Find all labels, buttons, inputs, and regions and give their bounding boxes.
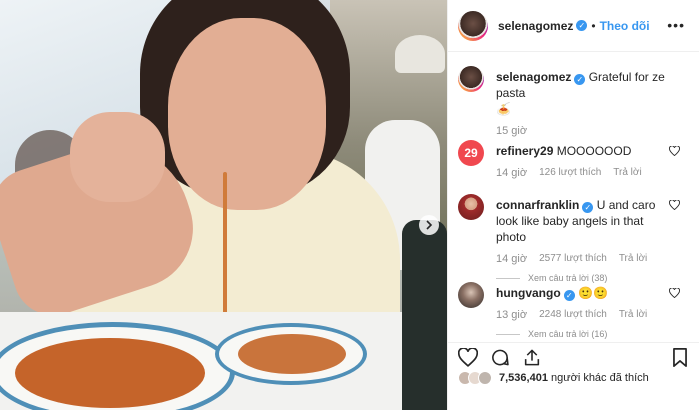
replies-divider [496,333,520,335]
reply-button[interactable]: Trả lời [619,309,647,321]
liker-avatars [458,371,496,385]
comment-item: 29 refinery29 MOOOOOOD 14 giờ 126 lượt t… [448,134,699,188]
bookmark-icon [673,348,687,367]
comment-item: hungvango ✓ 🙂🙂 13 giờ 2248 lượt thích Trả… [448,276,699,346]
comment-meta: 14 giờ 2577 lượt thích Trả lời [496,253,670,265]
bookmark-button[interactable] [672,348,688,367]
comment-body: 🙂🙂 [578,286,608,300]
photo-noodle [223,172,227,322]
comment-meta: 14 giờ 126 lượt thích Trả lời [496,167,670,179]
more-options-icon[interactable]: ••• [667,17,685,33]
action-icons [458,348,542,367]
caption-emoji: 🍝 [496,102,511,116]
verified-badge-icon: ✓ [582,202,594,213]
photo-pasta-small [238,334,346,374]
verified-badge-icon: ✓ [574,74,586,85]
next-photo-button[interactable] [419,215,439,235]
photo-bottle [402,220,447,410]
heart-icon[interactable] [669,200,680,210]
comment-text: connarfranklin ✓ U and caro look like bab… [496,188,670,245]
comment-time[interactable]: 13 giờ [496,309,527,321]
post-side-panel: selenagomez ✓ • Theo dõi ••• selenagomez… [447,0,699,410]
connarfranklin-avatar[interactable] [458,194,484,220]
chevron-right-icon [426,220,433,230]
post-header: selenagomez ✓ • Theo dõi ••• [448,0,699,52]
verified-badge-icon: ✓ [563,290,575,301]
photo-bg-lamp [395,35,445,73]
share-icon[interactable] [522,348,542,367]
comment-username[interactable]: refinery29 [496,144,553,158]
comment-username[interactable]: hungvango [496,286,561,300]
photo-face [168,18,326,210]
likes-suffix: người khác đã thích [551,372,649,384]
comments-list: selenagomez ✓ Grateful for ze pasta 🍝 15 … [448,60,699,346]
action-bar: 7,536,401 người khác đã thích [448,342,699,410]
header-separator: • [591,18,596,33]
likes-count: 7,536,401 [499,372,548,384]
verified-badge-icon: ✓ [576,20,588,31]
post-photo[interactable] [0,0,447,410]
comment-body: MOOOOOOD [556,144,632,158]
photo-pasta-large [15,338,205,408]
comment-likes[interactable]: 2577 lượt thích [539,253,607,265]
heart-icon[interactable] [669,288,680,298]
liker-avatar [478,371,492,385]
author-avatar[interactable] [458,10,488,41]
refinery29-avatar[interactable]: 29 [458,140,484,166]
photo-hand [70,112,165,202]
caption-author[interactable]: selenagomez [496,70,571,84]
heart-icon[interactable] [669,146,680,156]
caption-text: selenagomez ✓ Grateful for ze pasta 🍝 [496,60,670,117]
comment-username[interactable]: connarfranklin [496,198,579,212]
comment-likes[interactable]: 2248 lượt thích [539,309,607,321]
comment-time[interactable]: 14 giờ [496,167,527,179]
follow-button[interactable]: Theo dõi [600,19,650,33]
likes-summary[interactable]: 7,536,401 người khác đã thích [458,371,649,385]
comment-meta: 13 giờ 2248 lượt thích Trả lời [496,309,670,321]
heart-icon[interactable] [458,348,478,367]
comment-time[interactable]: 14 giờ [496,253,527,265]
view-replies-label: Xem câu trả lời (16) [528,329,608,339]
hungvango-avatar[interactable] [458,282,484,308]
comment-text: refinery29 MOOOOOOD [496,134,670,159]
comment-likes[interactable]: 126 lượt thích [539,167,601,179]
view-replies-button[interactable]: Xem câu trả lời (16) [496,329,670,339]
author-username[interactable]: selenagomez [498,19,573,33]
comment-icon[interactable] [490,348,510,367]
reply-button[interactable]: Trả lời [619,253,647,265]
comment-text: hungvango ✓ 🙂🙂 [496,276,670,301]
caption-author-avatar[interactable] [458,66,484,92]
caption: selenagomez ✓ Grateful for ze pasta 🍝 15 … [448,60,699,137]
likes-count-text: 7,536,401 người khác đã thích [499,372,649,384]
comment-item: connarfranklin ✓ U and caro look like bab… [448,188,699,283]
reply-button[interactable]: Trả lời [613,167,641,179]
